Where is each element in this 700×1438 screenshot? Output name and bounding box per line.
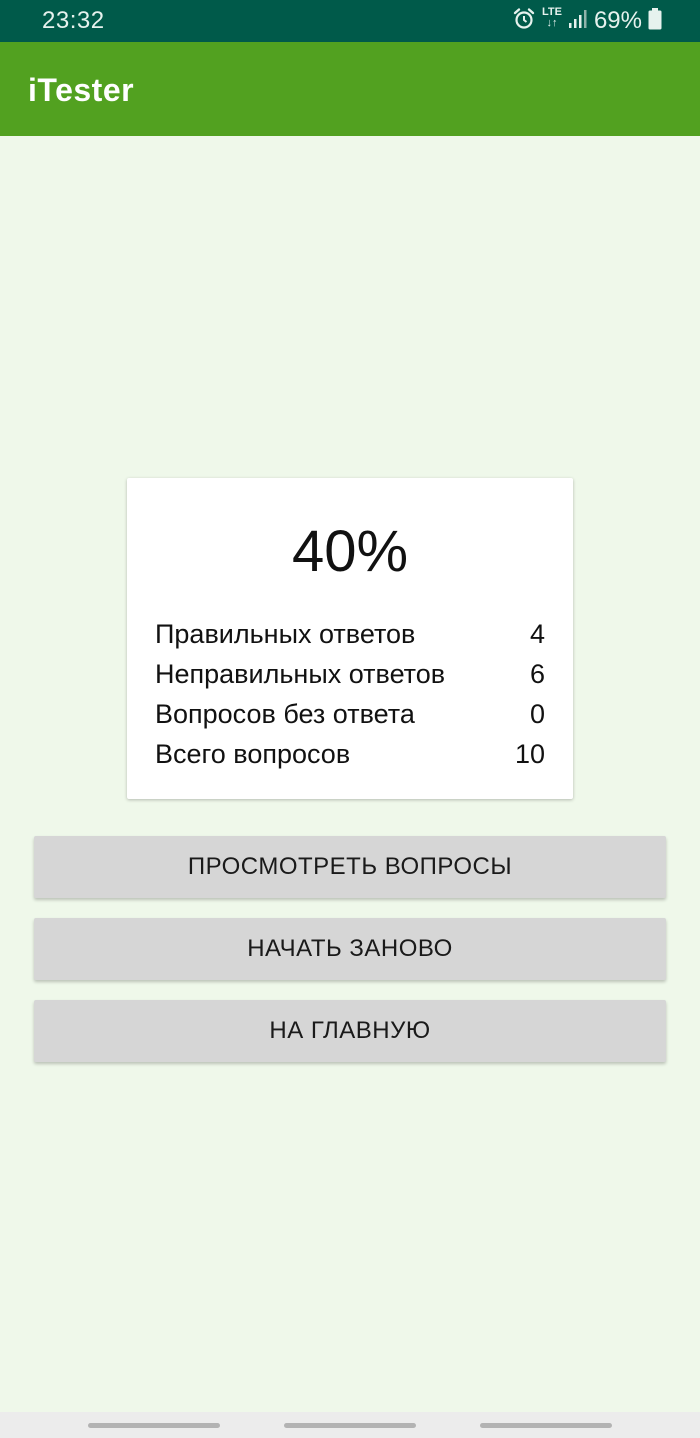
back-button[interactable] <box>480 1423 612 1428</box>
stat-row-unanswered: Вопросов без ответа 0 <box>155 694 545 734</box>
lte-icon: LTE ↓↑ <box>541 6 562 29</box>
alarm-icon <box>512 7 536 36</box>
status-icons: LTE ↓↑ 69% <box>512 6 662 36</box>
stat-row-incorrect: Неправильных ответов 6 <box>155 654 545 694</box>
home-button[interactable]: НА ГЛАВНУЮ <box>34 1000 666 1062</box>
score-percent: 40% <box>291 519 409 584</box>
stat-value: 6 <box>529 659 545 689</box>
stats-list: Правильных ответов 4 Неправильных ответо… <box>155 614 545 774</box>
result-card: 40% Правильных ответов 4 Неправильных от… <box>127 478 573 799</box>
recent-apps-button[interactable] <box>88 1423 220 1428</box>
stat-label: Вопросов без ответа <box>155 699 415 729</box>
stat-value: 10 <box>514 739 545 769</box>
stat-label: Правильных ответов <box>155 619 416 649</box>
signal-icon <box>568 9 588 34</box>
stat-label: Всего вопросов <box>155 739 351 769</box>
restart-button[interactable]: НАЧАТЬ ЗАНОВО <box>34 918 666 980</box>
stat-row-correct: Правильных ответов 4 <box>155 614 545 654</box>
stat-label: Неправильных ответов <box>155 659 446 689</box>
app-bar: iTester <box>0 42 700 136</box>
home-gesture-button[interactable] <box>284 1423 416 1428</box>
stat-value: 0 <box>529 699 545 729</box>
battery-percent: 69% <box>593 7 642 34</box>
stat-row-total: Всего вопросов 10 <box>155 734 545 774</box>
status-bar: 23:32 LTE ↓↑ 69% <box>0 0 700 42</box>
app-title: iTester <box>28 72 135 108</box>
status-time: 23:32 <box>42 7 105 34</box>
battery-icon <box>648 7 662 35</box>
review-questions-button[interactable]: ПРОСМОТРЕТЬ ВОПРОСЫ <box>34 836 666 898</box>
navigation-bar <box>0 1412 700 1438</box>
stat-value: 4 <box>529 619 545 649</box>
